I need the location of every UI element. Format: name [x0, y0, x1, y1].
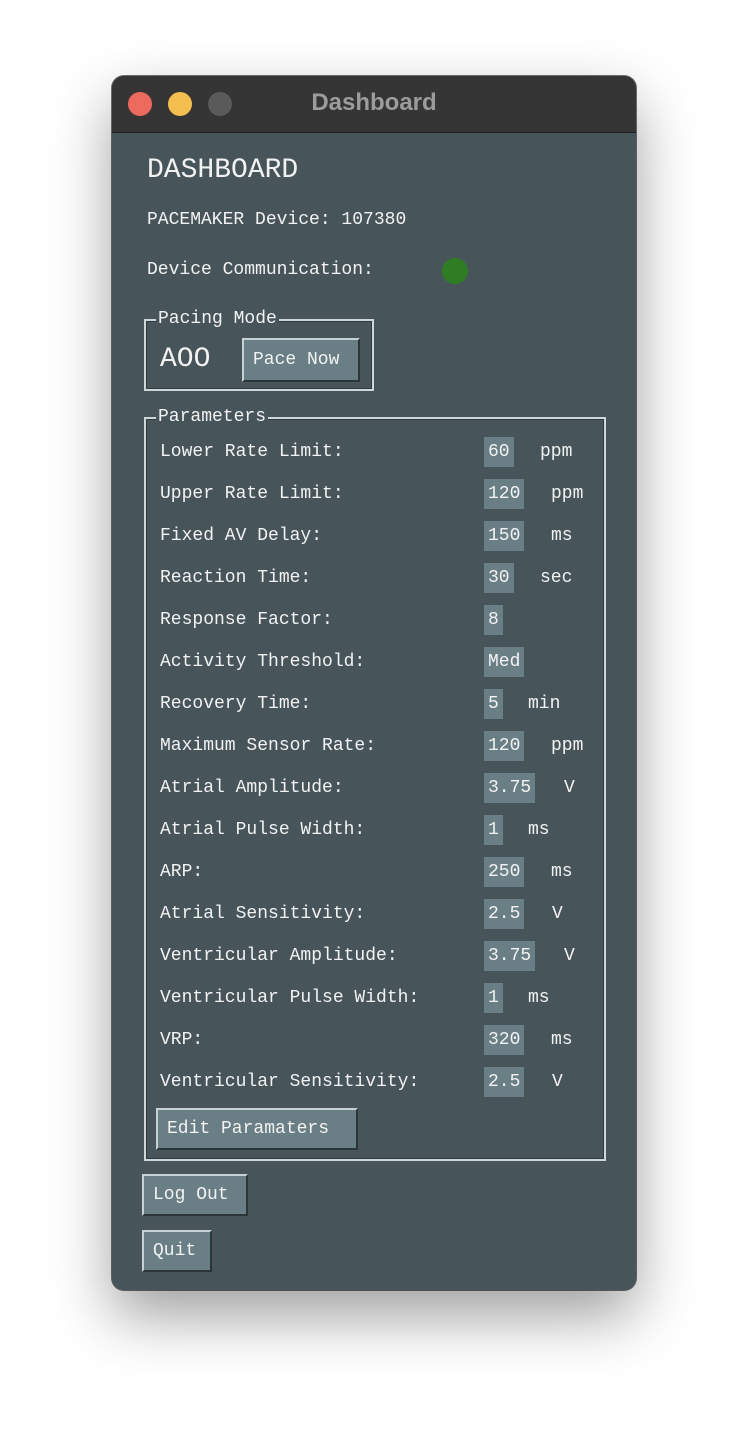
param-value: 5 [484, 689, 503, 719]
param-value: 120 [484, 479, 525, 509]
param-unit: ms [528, 988, 550, 1008]
param-value: 320 [484, 1025, 525, 1055]
param-unit: V [564, 778, 575, 798]
param-unit: ms [551, 1030, 573, 1050]
parameters-legend: Parameters [156, 406, 269, 428]
param-value: 2.5 [484, 1067, 525, 1097]
param-unit: ppm [540, 442, 573, 462]
param-label: VRP: [160, 1030, 204, 1050]
param-unit: V [564, 946, 575, 966]
param-label: Upper Rate Limit: [160, 484, 344, 504]
param-value: 120 [484, 731, 525, 761]
param-label: ARP: [160, 862, 204, 882]
parameters-group: Parameters Lower Rate Limit: 60 ppm Uppe… [144, 406, 606, 1161]
page-title: DASHBOARD [147, 155, 299, 186]
dashboard-window: Dashboard DASHBOARD PACEMAKER Device: 10… [112, 76, 636, 1290]
communication-label: Device Communication: [147, 260, 374, 280]
param-value: 3.75 [484, 773, 536, 803]
param-value: 3.75 [484, 941, 536, 971]
pace-now-button[interactable]: Pace Now [242, 338, 360, 382]
param-value: 8 [484, 605, 503, 635]
param-label: Atrial Pulse Width: [160, 820, 366, 840]
param-label: Ventricular Amplitude: [160, 946, 398, 966]
param-value: 1 [484, 815, 503, 845]
param-label: Reaction Time: [160, 568, 312, 588]
param-label: Fixed AV Delay: [160, 526, 323, 546]
param-label: Ventricular Sensitivity: [160, 1072, 420, 1092]
param-unit: min [528, 694, 561, 714]
param-value: 250 [484, 857, 525, 887]
param-label: Maximum Sensor Rate: [160, 736, 377, 756]
param-label: Atrial Sensitivity: [160, 904, 366, 924]
edit-parameters-button[interactable]: Edit Paramaters [156, 1108, 358, 1150]
param-label: Response Factor: [160, 610, 333, 630]
log-out-button[interactable]: Log Out [142, 1174, 248, 1216]
param-unit: ms [551, 862, 573, 882]
param-unit: ms [551, 526, 573, 546]
param-value: 150 [484, 521, 525, 551]
param-unit: V [552, 904, 563, 924]
param-value: Med [484, 647, 525, 677]
title-bar: Dashboard [112, 76, 636, 133]
param-label: Activity Threshold: [160, 652, 366, 672]
param-value: 1 [484, 983, 503, 1013]
pacing-mode-group: Pacing Mode AOO Pace Now [144, 308, 374, 391]
pacing-mode-value: AOO [160, 344, 211, 375]
param-unit: ms [528, 820, 550, 840]
param-unit: ppm [551, 484, 584, 504]
param-unit: sec [540, 568, 573, 588]
param-label: Ventricular Pulse Width: [160, 988, 420, 1008]
param-value: 2.5 [484, 899, 525, 929]
param-unit: V [552, 1072, 563, 1092]
param-value: 60 [484, 437, 514, 467]
window-title: Dashboard [311, 89, 437, 116]
param-value: 30 [484, 563, 514, 593]
param-unit: ppm [551, 736, 584, 756]
param-label: Atrial Amplitude: [160, 778, 344, 798]
device-label: PACEMAKER Device: 107380 [147, 210, 407, 230]
param-label: Lower Rate Limit: [160, 442, 344, 462]
communication-status-indicator [442, 258, 468, 284]
param-label: Recovery Time: [160, 694, 312, 714]
pacing-mode-legend: Pacing Mode [156, 308, 279, 330]
quit-button[interactable]: Quit [142, 1230, 212, 1272]
